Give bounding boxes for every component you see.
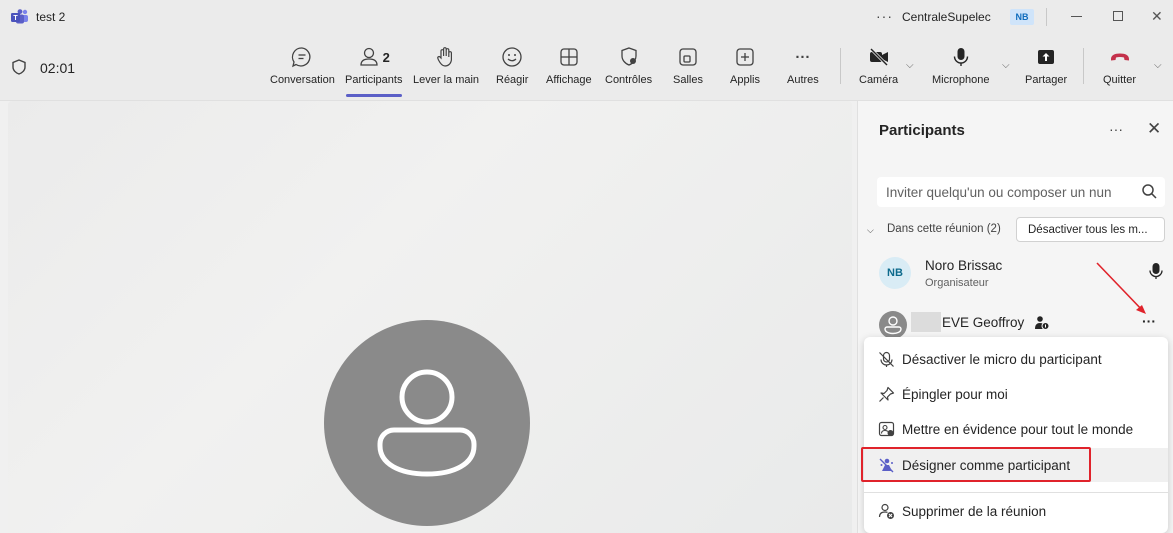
participant-name[interactable]: EVE Geoffroy	[942, 315, 1024, 330]
controls-label: Contrôles	[605, 74, 653, 86]
conversation-label: Conversation	[270, 74, 335, 86]
maximize-button[interactable]	[1113, 11, 1123, 21]
account-avatar[interactable]: NB	[1010, 9, 1034, 25]
meeting-title: test 2	[36, 10, 66, 24]
microphone-icon	[950, 46, 972, 68]
view-button[interactable]: Affichage	[546, 46, 592, 86]
leave-button[interactable]: Quitter	[1103, 46, 1136, 86]
menu-item-pin-for-me[interactable]: Épingler pour moi	[864, 377, 1168, 411]
menu-item-mute-participant[interactable]: Désactiver le micro du participant	[864, 342, 1168, 376]
toolbar-divider	[840, 48, 841, 84]
annotation-arrow-icon	[1096, 262, 1146, 314]
more-icon: ···	[792, 46, 814, 68]
view-label: Affichage	[546, 74, 592, 86]
raise-hand-button[interactable]: Lever la main	[413, 46, 479, 86]
minimize-button[interactable]	[1071, 16, 1082, 17]
meeting-toolbar: 02:01 Conversation 2 Participants Lever …	[0, 34, 1173, 101]
chat-icon	[291, 46, 313, 68]
participant-context-menu: Désactiver le micro du participant Éping…	[864, 337, 1168, 533]
participant-more-options-icon[interactable]: ···	[1142, 313, 1156, 329]
toolbar-divider-2	[1083, 48, 1084, 84]
camera-options-chevron-icon[interactable]: ⌵	[906, 60, 914, 71]
participant-avatar-initials: NB	[879, 257, 911, 289]
shield-gear-icon	[618, 46, 640, 68]
title-bar: T test 2 ··· CentraleSupelec NB ✕	[0, 0, 1173, 34]
in-meeting-section-label[interactable]: Dans cette réunion (2)	[887, 223, 1001, 235]
remove-person-icon	[877, 502, 895, 520]
person-icon	[884, 316, 902, 335]
more-actions-button[interactable]: ··· Autres	[787, 46, 819, 87]
mute-all-button[interactable]: Désactiver tous les m...	[1016, 217, 1165, 242]
organization-name[interactable]: CentraleSupelec	[902, 10, 991, 24]
react-button[interactable]: Réagir	[496, 46, 528, 86]
grid-icon	[558, 46, 580, 68]
participant-avatar	[879, 311, 907, 339]
menu-item-label: Désactiver le micro du participant	[902, 351, 1102, 367]
spotlight-icon	[877, 420, 895, 438]
apps-label: Applis	[730, 74, 760, 86]
raise-hand-label: Lever la main	[413, 74, 480, 86]
participants-button[interactable]: 2 Participants	[345, 46, 402, 86]
participant-role: Organisateur	[925, 277, 989, 289]
participants-count: 2	[382, 49, 390, 65]
highlight-annotation-box	[861, 447, 1091, 482]
active-tab-indicator	[346, 94, 402, 97]
microphone-label: Microphone	[932, 74, 990, 86]
leave-label: Quitter	[1103, 74, 1137, 86]
title-divider	[1046, 8, 1047, 26]
leave-options-chevron-icon[interactable]: ⌵	[1154, 60, 1162, 71]
camera-off-icon	[868, 46, 890, 68]
video-stage	[8, 101, 852, 533]
mic-off-icon	[877, 350, 895, 368]
microphone-options-chevron-icon[interactable]: ⌵	[1002, 60, 1010, 71]
rooms-label: Salles	[673, 74, 703, 86]
panel-title: Participants	[879, 122, 965, 139]
close-window-button[interactable]: ✕	[1151, 8, 1163, 25]
react-label: Réagir	[496, 74, 529, 86]
add-app-icon	[734, 46, 756, 68]
share-button[interactable]: Partager	[1025, 46, 1067, 86]
shield-icon	[12, 59, 26, 75]
controls-button[interactable]: Contrôles	[605, 46, 652, 86]
guest-badge-icon	[1035, 316, 1050, 330]
smiley-icon	[501, 46, 523, 68]
hang-up-icon	[1109, 46, 1131, 68]
camera-button[interactable]: Caméra	[859, 46, 898, 86]
camera-label: Caméra	[859, 74, 899, 86]
participant-avatar[interactable]	[324, 320, 530, 526]
window-more-icon[interactable]: ···	[876, 8, 893, 24]
participant-name[interactable]: Noro Brissac	[925, 258, 1002, 273]
person-icon	[377, 369, 477, 477]
rooms-icon	[677, 46, 699, 68]
menu-divider	[864, 492, 1168, 493]
people-icon: 2	[354, 46, 394, 68]
meeting-timer: 02:01	[40, 60, 76, 76]
pin-icon	[877, 385, 895, 403]
menu-item-spotlight[interactable]: Mettre en évidence pour tout le monde	[864, 412, 1168, 446]
share-label: Partager	[1025, 74, 1068, 86]
rooms-button[interactable]: Salles	[673, 46, 703, 86]
section-chevron-icon[interactable]: ⌵	[867, 225, 874, 236]
share-icon	[1035, 46, 1057, 68]
search-icon[interactable]	[1141, 183, 1158, 200]
invite-search-input[interactable]: Inviter quelqu'un ou composer un nun	[877, 177, 1165, 207]
participants-label: Participants	[345, 74, 403, 86]
panel-close-icon[interactable]: ✕	[1147, 119, 1161, 139]
more-glyph: ···	[795, 48, 811, 66]
hand-icon	[435, 46, 457, 68]
teams-logo-icon: T	[11, 9, 28, 24]
microphone-button[interactable]: Microphone	[932, 46, 989, 86]
conversation-button[interactable]: Conversation	[270, 46, 335, 86]
teams-meeting-window: T test 2 ··· CentraleSupelec NB ✕ 02:01 …	[0, 0, 1173, 533]
panel-more-icon[interactable]: ···	[1109, 121, 1123, 137]
menu-item-label: Supprimer de la réunion	[902, 503, 1047, 519]
more-label: Autres	[787, 74, 819, 86]
menu-item-remove-from-meeting[interactable]: Supprimer de la réunion	[864, 494, 1168, 528]
apps-button[interactable]: Applis	[730, 46, 760, 86]
redacted-name-block	[911, 312, 941, 332]
menu-item-label: Mettre en évidence pour tout le monde	[902, 421, 1134, 437]
menu-item-label: Épingler pour moi	[902, 386, 1008, 402]
invite-search-placeholder: Inviter quelqu'un ou composer un nun	[886, 185, 1112, 200]
svg-text:T: T	[13, 15, 18, 22]
